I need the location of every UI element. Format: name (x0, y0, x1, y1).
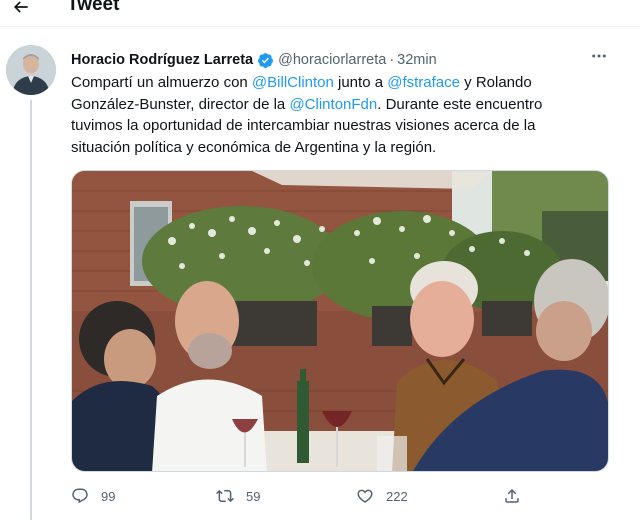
tweet-text-part: junto a (333, 74, 388, 91)
heart-icon (356, 487, 374, 505)
page-title: Tweet (67, 0, 120, 15)
mention-link[interactable]: @ClintonFdn (289, 96, 377, 113)
tweet-text: Compartí un almuerzo con @BillClinton ju… (71, 72, 591, 158)
photo-lunch-meeting (72, 171, 608, 471)
back-button[interactable] (6, 0, 36, 22)
retweet-count: 59 (246, 488, 261, 504)
reply-button[interactable]: 99 (71, 484, 115, 508)
author-handle[interactable]: @horaciorlarreta (278, 52, 386, 68)
tweet-timestamp[interactable]: 32min (397, 52, 437, 68)
thread-line (30, 100, 32, 520)
like-button[interactable]: 222 (356, 484, 408, 508)
author-display-name[interactable]: Horacio Rodríguez Larreta (71, 52, 253, 68)
retweet-icon (216, 487, 234, 505)
share-icon (503, 487, 521, 505)
tweet-text-part: Compartí un almuerzo con (71, 74, 252, 91)
header-divider (0, 26, 640, 27)
retweet-button[interactable]: 59 (216, 484, 260, 508)
more-horizontal-icon (590, 47, 608, 70)
tweet-actions: 99 59 222 (71, 484, 541, 508)
avatar[interactable] (6, 45, 56, 95)
tweet-author-row: Horacio Rodríguez Larreta @horaciorlarre… (71, 50, 437, 70)
tweet-page: Tweet Horacio Rodríguez Larreta @horacio… (0, 0, 640, 521)
separator-dot: · (389, 52, 395, 68)
more-options-button[interactable] (584, 46, 614, 70)
arrow-left-icon (11, 0, 31, 22)
mention-link[interactable]: @BillClinton (252, 74, 334, 91)
like-count: 222 (386, 488, 408, 504)
reply-icon (71, 487, 89, 505)
reply-count: 99 (101, 488, 116, 504)
verified-badge-icon (257, 52, 274, 69)
tweet-photo[interactable] (71, 170, 609, 472)
mention-link[interactable]: @fstraface (387, 74, 460, 91)
share-button[interactable] (503, 484, 533, 508)
